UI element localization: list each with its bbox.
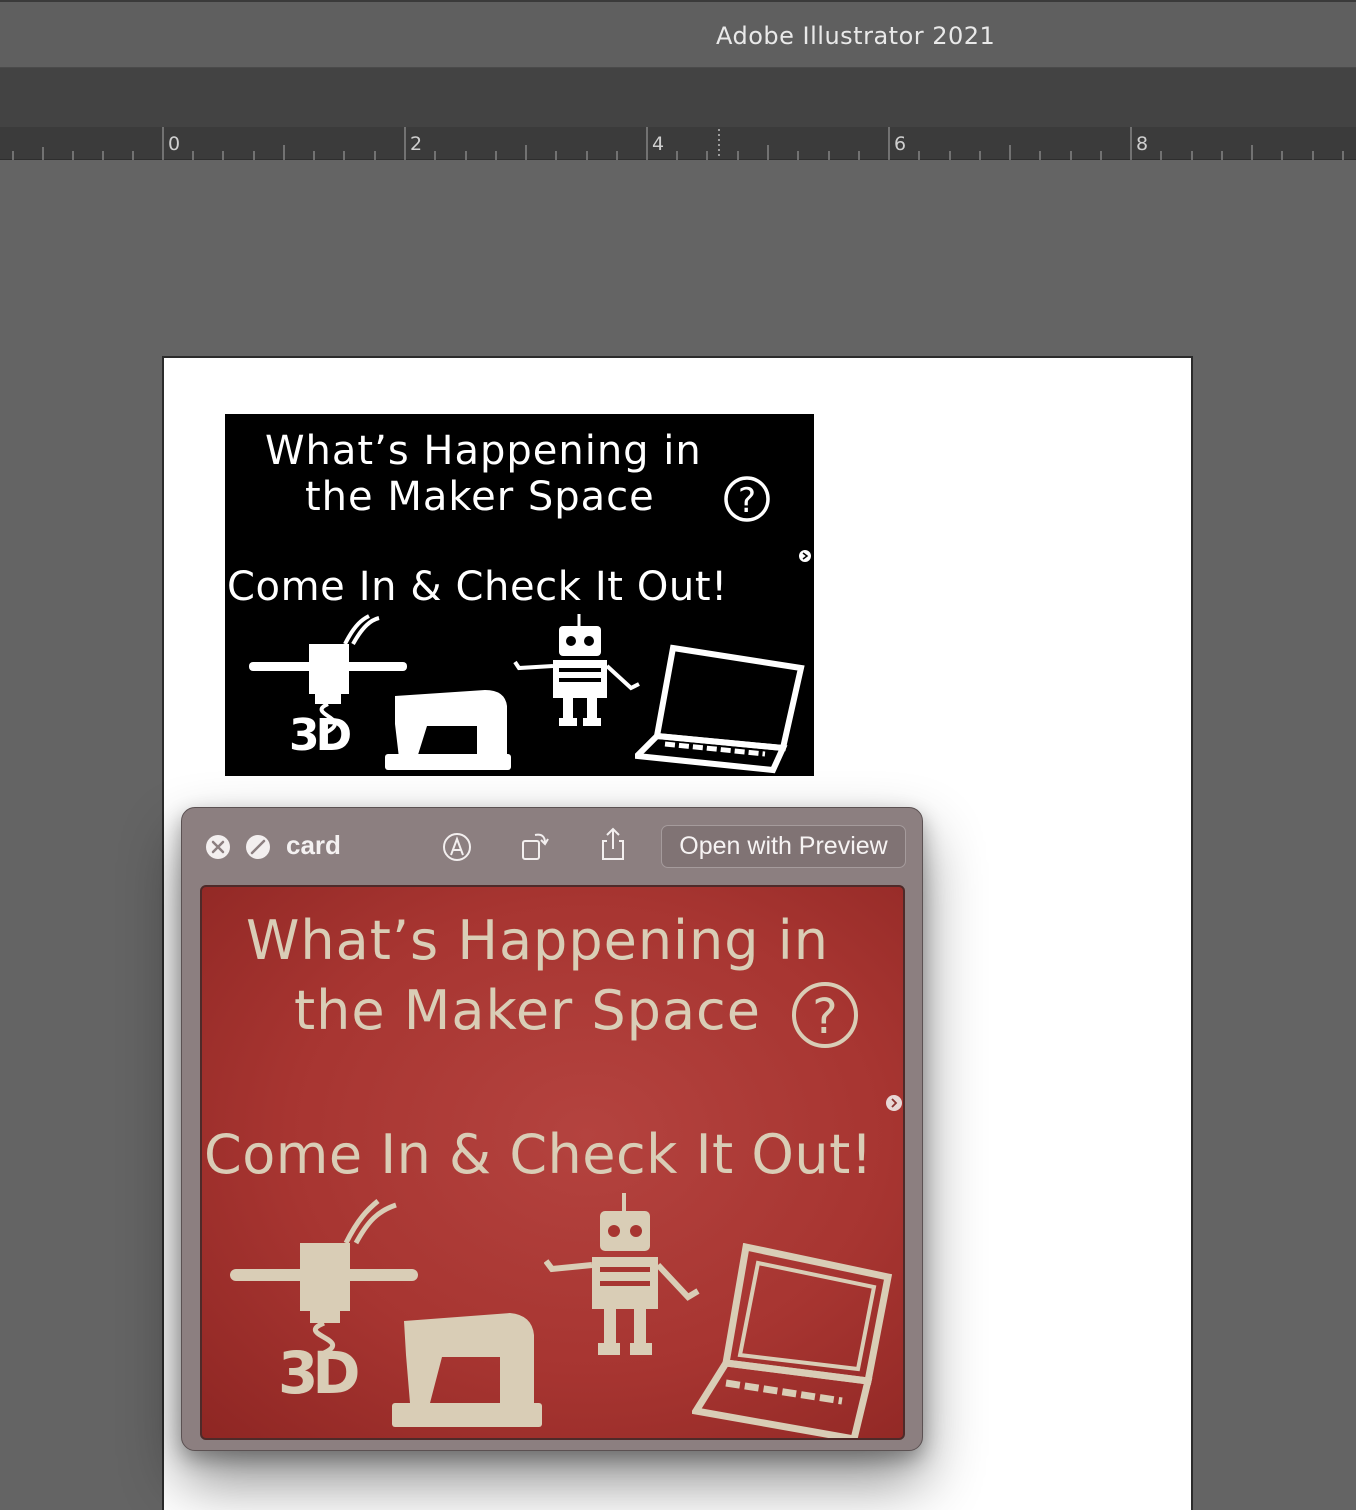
card-heading-line2: the Maker Space [305, 474, 655, 520]
control-bar [0, 68, 1356, 127]
robot-icon [513, 614, 640, 726]
rotate-button[interactable] [518, 828, 552, 864]
svg-text:?: ? [738, 481, 756, 521]
ruler-label: 0 [168, 133, 181, 155]
fullscreen-button[interactable] [244, 833, 272, 861]
title-bar: Adobe Illustrator 2021 [0, 0, 1356, 68]
card-photo-preview: What’s Happening in the Maker Space ? Co… [200, 885, 905, 1440]
quick-look-window[interactable]: card Open with Preview What’s Happening … [181, 807, 923, 1451]
ruler-label: 4 [652, 133, 665, 155]
question-circle-icon: ? [724, 476, 770, 522]
share-button[interactable] [596, 826, 630, 864]
sewing-machine-icon [392, 1313, 542, 1427]
card-tagline: Come In & Check It Out! [227, 564, 728, 610]
sewing-machine-icon [385, 690, 511, 770]
chevron-right-icon [799, 550, 811, 562]
ruler-ticks [12, 127, 1344, 160]
file-name: card [286, 830, 341, 860]
chevron-right-icon [886, 1095, 902, 1111]
quick-look-toolbar: card Open with Preview [182, 808, 924, 886]
card-heading-line1: What’s Happening in [265, 428, 702, 474]
ruler-label: 6 [894, 133, 907, 155]
photo-tagline: Come In & Check It Out! [204, 1123, 873, 1186]
laptop-icon [635, 644, 805, 774]
horizontal-ruler[interactable]: 0 2 4 6 8 [0, 127, 1356, 160]
3d-badge: 3D [289, 710, 352, 761]
question-circle-icon: ? [792, 982, 858, 1048]
open-with-preview-button[interactable]: Open with Preview [661, 825, 906, 868]
svg-text:?: ? [812, 989, 837, 1045]
close-button[interactable] [204, 833, 232, 861]
close-icon [206, 835, 230, 859]
markup-button[interactable] [440, 830, 474, 864]
app-title: Adobe Illustrator 2021 [716, 22, 996, 50]
rotate-icon [522, 833, 549, 860]
ruler-label: 8 [1136, 133, 1149, 155]
laptop-icon [692, 1243, 893, 1438]
ruler-label: 2 [410, 133, 423, 155]
photo-heading-line1: What’s Happening in [246, 909, 829, 972]
fullscreen-icon [246, 835, 270, 859]
photo-heading-line2: the Maker Space [294, 979, 761, 1042]
3d-badge: 3D [278, 1339, 360, 1407]
robot-icon [544, 1193, 700, 1355]
placed-card-artwork[interactable]: What’s Happening in the Maker Space ? Co… [225, 414, 814, 776]
markup-icon [443, 833, 471, 861]
share-icon [602, 827, 624, 860]
